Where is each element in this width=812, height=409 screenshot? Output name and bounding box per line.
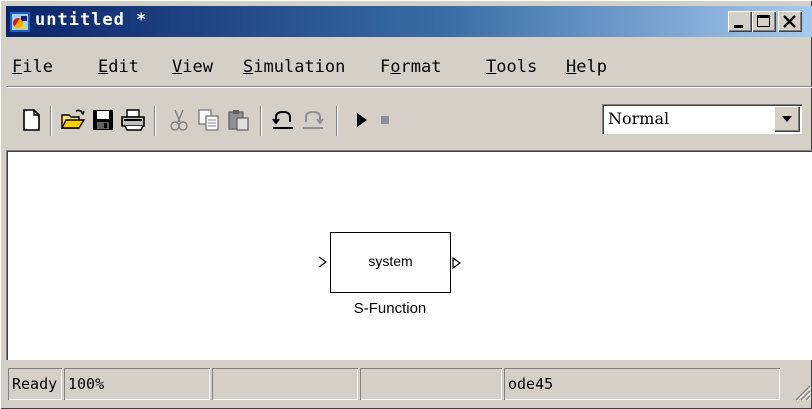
menu-file[interactable]: File	[12, 57, 53, 77]
status-text: Ready	[12, 375, 58, 393]
dropdown-button[interactable]	[774, 106, 800, 132]
model-canvas[interactable]: system S-Function	[6, 150, 812, 360]
status-bar: Ready 100% ode45	[6, 368, 812, 402]
toolbar-separator	[336, 106, 338, 136]
print-button[interactable]	[120, 107, 146, 133]
close-icon	[783, 15, 796, 28]
start-simulation-button[interactable]	[348, 107, 374, 133]
menu-edit[interactable]: Edit	[98, 57, 139, 77]
window-title: untitled *	[35, 10, 148, 30]
stop-simulation-button[interactable]	[372, 107, 398, 133]
toolbar-separator	[50, 106, 52, 136]
stop-simulation-icon	[381, 116, 389, 124]
zoom-level: 100%	[68, 375, 105, 393]
resize-grip-icon[interactable]	[790, 380, 812, 402]
undo-icon	[272, 110, 293, 129]
menu-help[interactable]: Help	[566, 57, 607, 77]
paste-icon	[228, 110, 249, 131]
cut-icon	[170, 109, 188, 131]
maximize-button[interactable]	[752, 11, 776, 32]
copy-button[interactable]	[196, 107, 222, 133]
status-panel: Ready	[8, 368, 62, 400]
zoom-panel: 100%	[64, 368, 210, 400]
close-button[interactable]	[778, 11, 802, 32]
toolbar-separator	[260, 106, 262, 136]
status-panel-4	[360, 368, 502, 400]
new-icon	[23, 109, 40, 131]
start-simulation-icon	[357, 113, 367, 127]
simulink-window: untitled * File Edit View Simulation For…	[0, 0, 812, 409]
menu-format[interactable]: Format	[380, 57, 441, 77]
save-button[interactable]	[90, 107, 116, 133]
solver-panel: ode45	[504, 368, 780, 400]
minimize-button[interactable]	[728, 11, 752, 32]
input-port-icon[interactable]	[318, 256, 328, 268]
cut-button[interactable]	[166, 107, 192, 133]
open-icon	[60, 109, 86, 129]
block-label: system	[368, 253, 413, 269]
redo-button[interactable]	[300, 107, 326, 133]
simulink-app-icon[interactable]	[10, 12, 30, 32]
toolbar-separator	[154, 106, 156, 136]
print-icon	[121, 109, 145, 131]
simulation-mode-select[interactable]: Normal	[602, 104, 802, 134]
block-name[interactable]: S-Function	[310, 300, 470, 317]
simulation-mode-value: Normal	[608, 109, 670, 128]
menu-separator	[6, 86, 812, 88]
save-icon	[93, 110, 113, 130]
output-port-icon[interactable]	[452, 257, 462, 269]
paste-button[interactable]	[226, 107, 252, 133]
redo-icon	[303, 110, 324, 129]
minimize-icon	[734, 25, 743, 28]
open-button[interactable]	[60, 107, 86, 133]
s-function-block[interactable]: system	[330, 232, 451, 293]
menu-bar: File Edit View Simulation Format Tools H…	[6, 57, 806, 83]
status-panel-3	[212, 368, 358, 400]
chevron-down-icon	[782, 116, 792, 122]
menu-tools[interactable]: Tools	[486, 57, 537, 77]
new-model-button[interactable]	[18, 107, 44, 133]
menu-view[interactable]: View	[172, 57, 213, 77]
undo-button[interactable]	[270, 107, 296, 133]
maximize-icon	[757, 15, 770, 27]
menu-simulation[interactable]: Simulation	[243, 57, 345, 77]
solver-name: ode45	[508, 375, 554, 393]
title-bar[interactable]: untitled *	[6, 6, 812, 37]
copy-icon	[198, 109, 219, 131]
toolbar: Normal	[6, 90, 812, 146]
